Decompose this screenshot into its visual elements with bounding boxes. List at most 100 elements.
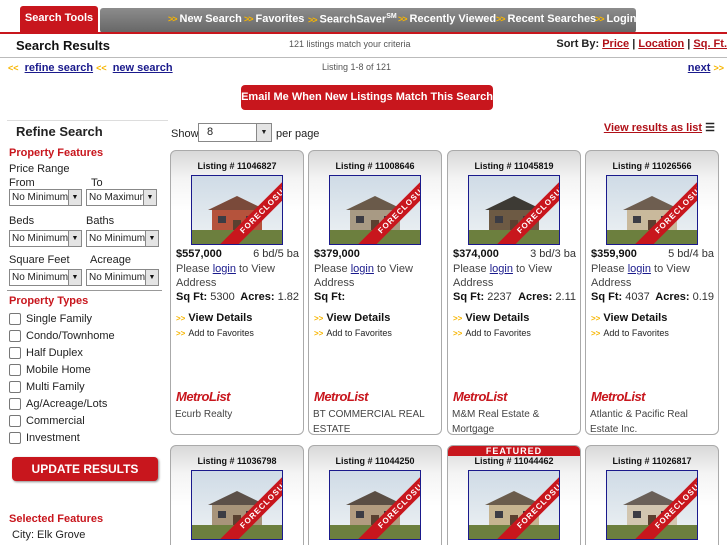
sort-location-link[interactable]: Location [638, 38, 684, 50]
checkbox-label: Ag/Acreage/Lots [26, 398, 108, 410]
listing-card[interactable]: Listing # 11046827 FORECLOSURE $557,000 6 b… [170, 150, 304, 435]
login-link[interactable]: login [490, 263, 513, 275]
add-to-favorites-link[interactable]: >> Add to Favorites [176, 328, 254, 338]
sort-price-link[interactable]: Price [602, 38, 629, 50]
view-details-link[interactable]: >> View Details [314, 312, 390, 324]
acreage-select[interactable]: No Minimum ▼ [86, 269, 159, 286]
listing-photo[interactable]: FORECLOSURE [191, 470, 283, 540]
add-to-favorites-link[interactable]: >> Add to Favorites [453, 328, 531, 338]
listing-photo[interactable]: FORECLOSURE [191, 175, 283, 245]
arrow-icon: >> [595, 14, 604, 24]
listing-card[interactable]: Listing # 11008646 FORECLOSURE $379,000 Ple… [308, 150, 442, 435]
checkbox-commercial[interactable] [9, 415, 21, 427]
listing-photo[interactable]: FORECLOSURE [606, 470, 698, 540]
list-icon: ☰ [705, 122, 715, 134]
checkbox-label: Mobile Home [26, 364, 91, 376]
nav-recent-searches[interactable]: >> Recent Searches [496, 13, 596, 25]
listing-photo[interactable]: FORECLOSURE [329, 470, 421, 540]
arrow-icon: >> [176, 329, 186, 338]
checkbox-investment[interactable] [9, 432, 21, 444]
checkbox-single-family[interactable] [9, 313, 21, 325]
listing-photo[interactable]: FORECLOSURE [468, 470, 560, 540]
nav-searchsaver[interactable]: >> SearchSaverSM [308, 13, 397, 26]
listing-sqft: Sq Ft: 5300 [176, 291, 235, 303]
sqft-select[interactable]: No Minimum ▼ [9, 269, 82, 286]
baths-select[interactable]: No Minimum ▼ [86, 230, 159, 247]
listing-number: Listing # 11036798 [197, 456, 277, 466]
refine-search-link[interactable]: refine search [25, 62, 93, 74]
arrow-icon: >> [496, 14, 505, 24]
dropdown-arrow-icon: ▼ [68, 270, 81, 285]
checkbox-ag-acreage[interactable] [9, 398, 21, 410]
nav-divider [0, 32, 727, 34]
metrolist-logo: MetroList [176, 389, 231, 404]
nav-new-search[interactable]: >> New Search [168, 13, 242, 25]
arrow-icon: >> [244, 14, 253, 24]
login-link[interactable]: login [628, 263, 651, 275]
add-to-favorites-link[interactable]: >> Add to Favorites [314, 328, 392, 338]
listing-photo[interactable]: FORECLOSURE [606, 175, 698, 245]
dropdown-arrow-icon: ▼ [68, 190, 81, 205]
new-search-link[interactable]: new search [113, 62, 173, 74]
arrow-icon: >> [314, 314, 324, 323]
address-note-text: Address [314, 277, 355, 289]
per-page-select[interactable]: 8 ▼ [198, 123, 272, 142]
listing-broker: BT COMMERCIAL REAL ESTATE [313, 409, 425, 435]
next-link[interactable]: next [688, 62, 711, 74]
listing-address-note: Please login to View Address [314, 262, 438, 290]
listing-photo[interactable]: FORECLOSURE [468, 175, 560, 245]
email-alert-button[interactable]: Email Me When New Listings Match This Se… [241, 85, 493, 110]
address-note-text: Address [176, 277, 217, 289]
view-details-link[interactable]: >> View Details [591, 312, 667, 324]
listing-beds-baths: 5 bd/4 ba [668, 248, 714, 260]
view-details-link[interactable]: >> View Details [176, 312, 252, 324]
listing-card[interactable]: Listing # 11026817 FORECLOSURE [585, 445, 719, 545]
listing-address-note: Please login to View Address [453, 262, 577, 290]
view-as-list[interactable]: View results as list ☰ [604, 121, 715, 134]
page-root: Search Tools >> New Search >> Favorites >>… [0, 0, 727, 545]
checkbox-condo[interactable] [9, 330, 21, 342]
view-list-link[interactable]: View results as list [604, 122, 702, 134]
page-title: Search Results [16, 38, 110, 53]
dropdown-arrow-icon: ▼ [145, 231, 158, 246]
listing-range: Listing 1-8 of 121 [322, 62, 392, 72]
checkbox-label: Investment [26, 432, 80, 444]
listing-photo[interactable]: FORECLOSURE [329, 175, 421, 245]
listing-number: Listing # 11044462 [474, 456, 554, 466]
beds-select[interactable]: No Minimum ▼ [9, 230, 82, 247]
update-results-button[interactable]: UPDATE RESULTS [12, 457, 158, 481]
view-details-link[interactable]: >> View Details [453, 312, 529, 324]
listing-number: Listing # 11046827 [197, 161, 277, 171]
nav-strip: >> New Search >> Favorites >> SearchSaverSM… [100, 8, 636, 33]
acreage-label: Acreage [90, 254, 131, 266]
search-tools-tab[interactable]: Search Tools [20, 6, 98, 32]
login-link[interactable]: login [351, 263, 374, 275]
listing-number: Listing # 11026817 [612, 456, 692, 466]
listing-card[interactable]: Listing # 11044250 FORECLOSURE [308, 445, 442, 545]
nav-recently-viewed[interactable]: >> Recently Viewed [398, 13, 496, 25]
nav-login[interactable]: >> Login [595, 13, 636, 25]
checkbox-half-duplex[interactable] [9, 347, 21, 359]
price-max-select[interactable]: No Maximum ▼ [86, 189, 157, 206]
listing-broker: M&M Real Estate & Mortgage [452, 409, 540, 435]
listing-sqft: Sq Ft: [314, 291, 346, 303]
listing-number: Listing # 11044250 [335, 456, 415, 466]
featured-badge: FEATURED [448, 446, 580, 456]
listing-acres: Acres: 0.19 [655, 291, 714, 303]
nav-favorites[interactable]: >> Favorites [244, 13, 304, 25]
price-min-select[interactable]: No Minimum ▼ [9, 189, 82, 206]
metrolist-logo: MetroList [314, 389, 369, 404]
checkbox-multi-family[interactable] [9, 381, 21, 393]
listing-number: Listing # 11026566 [612, 161, 692, 171]
add-to-favorites-link[interactable]: >> Add to Favorites [591, 328, 669, 338]
next-page[interactable]: next >> [688, 62, 727, 74]
login-link[interactable]: login [213, 263, 236, 275]
listing-card[interactable]: Listing # 11045819 FORECLOSURE $374,000 3 b… [447, 150, 581, 435]
arrow-icon: >> [308, 14, 317, 25]
listing-card[interactable]: Listing # 11036798 FORECLOSURE [170, 445, 304, 545]
listing-card[interactable]: FEATURED Listing # 11044462 FORECLOSURE [447, 445, 581, 545]
checkbox-mobile-home[interactable] [9, 364, 21, 376]
sort-sqft-link[interactable]: Sq. Ft. [693, 38, 727, 50]
next-arrow-icon: >> [713, 63, 724, 73]
listing-card[interactable]: Listing # 11026566 FORECLOSURE $359,900 5 b… [585, 150, 719, 435]
